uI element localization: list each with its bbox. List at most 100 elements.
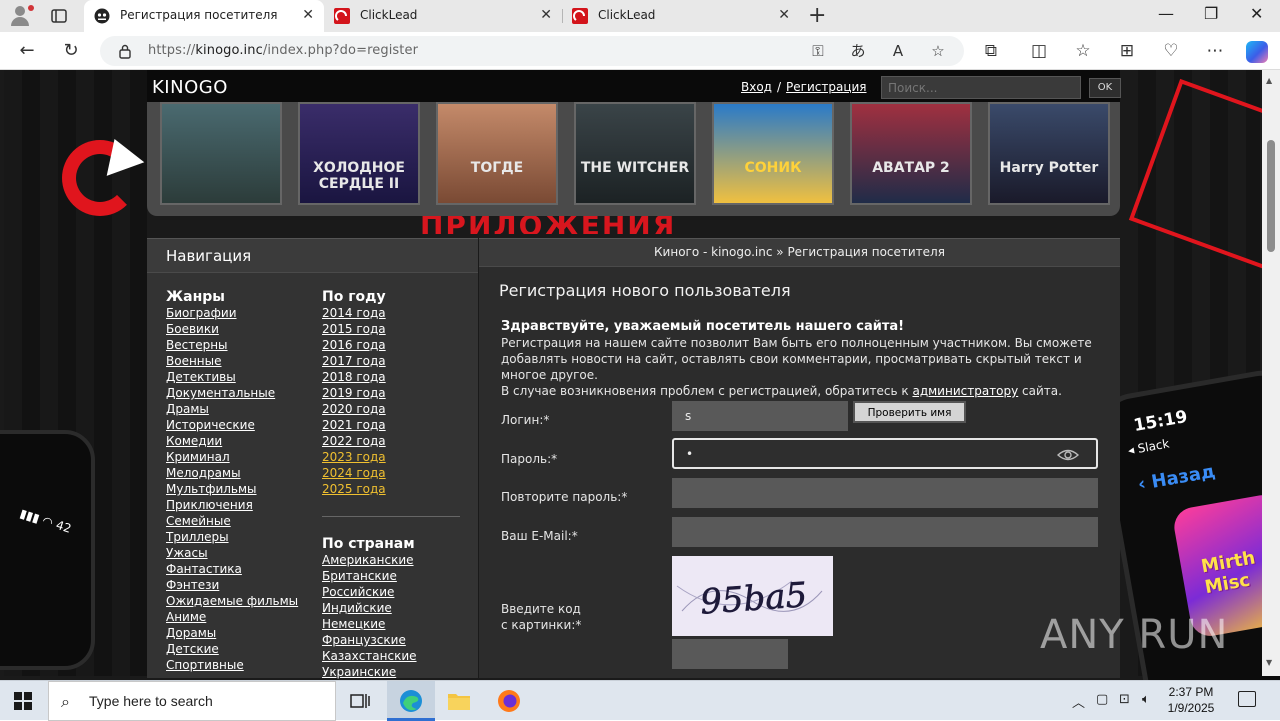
year-link[interactable]: 2020 года <box>322 401 386 417</box>
site-search-input[interactable] <box>881 76 1081 99</box>
genre-link[interactable]: Вестерны <box>166 337 298 353</box>
movie-poster[interactable]: Harry Potter <box>988 102 1110 205</box>
scroll-up-icon[interactable]: ▲ <box>1266 76 1272 85</box>
genre-link[interactable]: Дорамы <box>166 625 298 641</box>
close-tab-icon[interactable]: ✕ <box>778 7 790 23</box>
year-link[interactable]: 2014 года <box>322 305 386 321</box>
back-icon[interactable]: ← <box>16 40 38 62</box>
file-explorer-icon[interactable] <box>435 681 483 721</box>
site-search-button[interactable]: OK <box>1089 78 1121 98</box>
genre-link[interactable]: Документальные <box>166 385 298 401</box>
show-hidden-icons-icon[interactable]: ︿ <box>1072 692 1085 711</box>
ethernet-icon[interactable]: ⊡ <box>1119 692 1130 707</box>
genre-link[interactable]: Аниме <box>166 609 298 625</box>
profile-icon[interactable] <box>8 4 34 28</box>
genre-link[interactable]: Детские <box>166 641 298 657</box>
genre-link[interactable]: Исторические <box>166 417 298 433</box>
copilot-icon[interactable] <box>1246 41 1268 63</box>
close-window-icon[interactable]: ✕ <box>1250 4 1263 23</box>
genre-link[interactable]: Детективы <box>166 369 298 385</box>
movie-poster[interactable]: ХОЛОДНОЕ СЕРДЦЕ II <box>298 102 420 205</box>
extensions-icon[interactable]: ⧉ <box>980 40 1002 62</box>
windows-start-icon[interactable] <box>14 692 32 710</box>
task-view-icon[interactable] <box>336 681 384 721</box>
close-tab-icon[interactable]: ✕ <box>302 7 314 23</box>
genre-link[interactable]: Фантастика <box>166 561 298 577</box>
notifications-icon[interactable] <box>1238 691 1256 707</box>
tab-clicklead-2[interactable]: ClickLead ✕ <box>562 0 800 32</box>
taskbar-clock[interactable]: 2:37 PM 1/9/2025 <box>1160 684 1222 716</box>
tab-clicklead-1[interactable]: ClickLead ✕ <box>324 0 562 32</box>
genre-link[interactable]: Фэнтези <box>166 577 298 593</box>
country-link[interactable]: Российские <box>322 584 417 600</box>
year-link[interactable]: 2024 года <box>322 465 386 481</box>
favorite-star-icon[interactable]: ☆ <box>928 41 948 61</box>
genre-link[interactable]: Спортивные <box>166 657 298 673</box>
movie-poster[interactable]: АВАТАР 2 <box>850 102 972 205</box>
captcha-input[interactable] <box>672 639 788 669</box>
network-status-icon[interactable]: ▢ <box>1096 692 1108 707</box>
country-link[interactable]: Британские <box>322 568 417 584</box>
genre-link[interactable]: Военные <box>166 353 298 369</box>
movie-poster[interactable]: ТОГДЕ <box>436 102 558 205</box>
collections-icon[interactable]: ⊞ <box>1116 40 1138 62</box>
taskbar-search-box[interactable]: ⌕ Type here to search <box>48 681 336 721</box>
scroll-down-icon[interactable]: ▼ <box>1266 658 1272 667</box>
repeat-password-input[interactable] <box>672 478 1098 508</box>
password-input[interactable] <box>672 438 1098 469</box>
genre-link[interactable]: Ужасы <box>166 545 298 561</box>
password-key-icon[interactable]: ⚿ <box>808 41 828 61</box>
country-link[interactable]: Казахстанские <box>322 648 417 664</box>
url-text[interactable]: https://kinogo.inc/index.php?do=register <box>148 43 418 58</box>
lock-icon[interactable] <box>118 43 132 59</box>
country-link[interactable]: Индийские <box>322 600 417 616</box>
favorites-icon[interactable]: ☆ <box>1072 40 1094 62</box>
genre-link[interactable]: Мелодрамы <box>166 465 298 481</box>
country-link[interactable]: Немецкие <box>322 616 417 632</box>
genre-link[interactable]: Криминал <box>166 449 298 465</box>
year-link[interactable]: 2023 года <box>322 449 386 465</box>
year-link[interactable]: 2016 года <box>322 337 386 353</box>
site-logo[interactable]: KINOGO <box>152 77 228 98</box>
country-link[interactable]: Американские <box>322 552 417 568</box>
tab-actions-icon[interactable] <box>50 7 68 25</box>
login-input[interactable] <box>672 401 848 431</box>
split-screen-icon[interactable]: ◫ <box>1028 40 1050 62</box>
browser-essentials-icon[interactable]: ♡ <box>1160 40 1182 62</box>
movie-poster[interactable]: СОНИК <box>712 102 834 205</box>
genre-link[interactable]: Биографии <box>166 305 298 321</box>
check-name-button[interactable]: Проверить имя <box>853 401 966 423</box>
year-link[interactable]: 2022 года <box>322 433 386 449</box>
tab-register[interactable]: Регистрация посетителя ✕ <box>84 0 324 32</box>
year-link[interactable]: 2025 года <box>322 481 386 497</box>
genre-link[interactable]: Комедии <box>166 433 298 449</box>
year-link[interactable]: 2018 года <box>322 369 386 385</box>
close-tab-icon[interactable]: ✕ <box>540 7 552 23</box>
register-link[interactable]: Регистрация <box>786 80 866 94</box>
genre-link[interactable]: Приключения <box>166 497 298 513</box>
country-link[interactable]: Украинские <box>322 664 417 680</box>
translate-icon[interactable]: あ <box>848 41 868 61</box>
refresh-icon[interactable]: ↻ <box>60 40 82 62</box>
genre-link[interactable]: Драмы <box>166 401 298 417</box>
restore-icon[interactable]: ❐ <box>1204 4 1218 23</box>
minimize-icon[interactable]: — <box>1158 4 1174 23</box>
genre-link[interactable]: Ожидаемые фильмы <box>166 593 298 609</box>
volume-icon[interactable]: 🔈︎ <box>1142 692 1150 707</box>
admin-link[interactable]: администратору <box>912 384 1018 398</box>
settings-more-icon[interactable]: ⋯ <box>1204 40 1226 62</box>
address-bar[interactable]: https://kinogo.inc/index.php?do=register… <box>100 36 964 66</box>
movie-poster[interactable]: THE WITCHER <box>574 102 696 205</box>
year-link[interactable]: 2021 года <box>322 417 386 433</box>
edge-taskbar-icon[interactable] <box>387 681 435 721</box>
year-link[interactable]: 2019 года <box>322 385 386 401</box>
movie-poster[interactable] <box>160 102 282 205</box>
login-link[interactable]: Вход <box>741 80 772 94</box>
genre-link[interactable]: Мультфильмы <box>166 481 298 497</box>
year-link[interactable]: 2015 года <box>322 321 386 337</box>
genre-link[interactable]: Триллеры <box>166 529 298 545</box>
page-scrollbar[interactable]: ▲ ▼ <box>1262 70 1280 676</box>
show-password-eye-icon[interactable] <box>1057 448 1079 462</box>
scrollbar-thumb[interactable] <box>1267 140 1275 252</box>
genre-link[interactable]: Семейные <box>166 513 298 529</box>
